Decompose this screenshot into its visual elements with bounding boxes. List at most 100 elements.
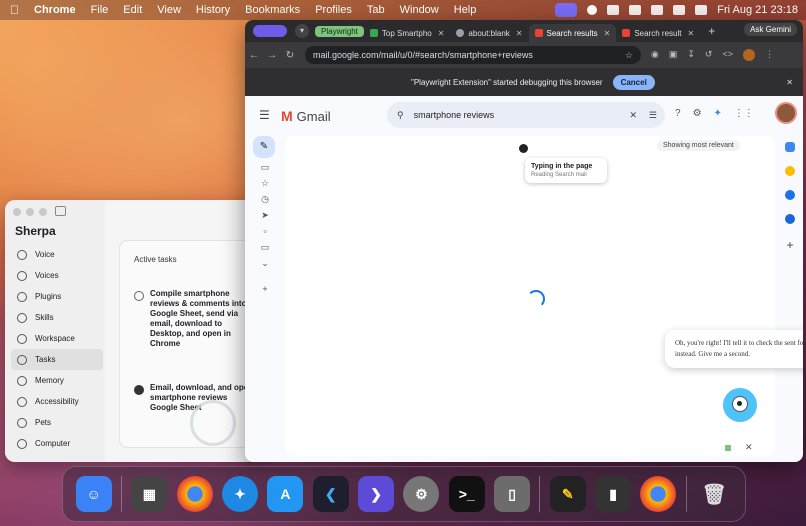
task-item[interactable]: Compile smartphone reviews & comments in…	[134, 289, 265, 349]
menu-app-name[interactable]: Chrome	[34, 4, 76, 16]
nav-pets[interactable]: Pets	[11, 412, 103, 433]
tab-search-icon[interactable]: ▾	[295, 24, 309, 38]
close-tab-icon[interactable]: ✕	[516, 29, 523, 38]
sherpa-app-icon[interactable]: ✎	[549, 476, 586, 512]
close-tab-icon[interactable]: ✕	[687, 29, 694, 38]
vscode-icon[interactable]: ❮	[312, 476, 349, 512]
apps-grid-icon[interactable]: ⋮⋮	[734, 108, 754, 119]
finder-icon[interactable]: ☺	[75, 476, 112, 512]
stop-icon[interactable]	[725, 444, 731, 451]
draft-icon[interactable]: ▫	[253, 226, 277, 238]
search-input[interactable]: smartphone reviews	[414, 110, 495, 120]
nav-computer[interactable]: Computer	[11, 433, 103, 454]
menu-window[interactable]: Window	[400, 4, 439, 16]
screen-share-icon[interactable]	[555, 3, 578, 17]
launchpad-icon[interactable]: ▦	[131, 476, 168, 512]
tab-about-blank[interactable]: about:blank ✕	[450, 24, 528, 42]
download-icon[interactable]: ↧	[687, 49, 695, 61]
menu-history[interactable]: History	[196, 4, 230, 16]
settings-gear-icon[interactable]: ⚙	[693, 108, 702, 119]
simulator-icon[interactable]: ▯	[494, 476, 531, 512]
search-icon[interactable]	[673, 5, 686, 15]
nav-accessibility[interactable]: Accessibility	[11, 391, 103, 412]
expand-more-icon[interactable]: ⌄	[253, 258, 277, 270]
minimize-window-button[interactable]	[26, 208, 34, 216]
new-tab-icon[interactable]: +	[708, 24, 715, 38]
extension-icon[interactable]: ◉	[651, 49, 659, 61]
voice-memos-icon[interactable]: ▮	[595, 476, 632, 512]
bookmark-star-icon[interactable]: ☆	[625, 50, 633, 61]
address-bar[interactable]: mail.google.com/mail/u/0/#search/smartph…	[305, 46, 641, 64]
clear-search-icon[interactable]: ✕	[629, 110, 637, 121]
menu-view[interactable]: View	[157, 4, 181, 16]
search-icon[interactable]: ⚲	[397, 110, 404, 121]
history-icon[interactable]: ↺	[705, 49, 713, 61]
zoom-window-button[interactable]	[39, 208, 47, 216]
task-checkbox[interactable]	[134, 291, 144, 301]
menu-file[interactable]: File	[91, 4, 109, 16]
puzzle-icon[interactable]: ▣	[669, 49, 678, 61]
trash-icon[interactable]: 🗑	[696, 476, 732, 512]
menu-edit[interactable]: Edit	[123, 4, 142, 16]
tab-search-results-active[interactable]: Search results ✕	[528, 24, 617, 42]
system-settings-icon[interactable]: ⚙	[403, 476, 440, 512]
nav-voices[interactable]: Voices	[11, 265, 103, 286]
nav-memory[interactable]: Memory	[11, 370, 103, 391]
profile-avatar[interactable]	[742, 49, 755, 61]
menu-help[interactable]: Help	[454, 4, 477, 16]
menu-tab[interactable]: Tab	[367, 4, 385, 16]
nav-tasks[interactable]: Tasks	[11, 349, 103, 370]
cancel-debug-button[interactable]: Cancel	[612, 74, 655, 90]
contacts-icon[interactable]	[785, 214, 795, 224]
clock[interactable]: Fri Aug 21 23:18	[717, 4, 798, 16]
nav-plugins[interactable]: Plugins	[11, 286, 103, 307]
nav-workspace[interactable]: Workspace	[11, 328, 103, 349]
ask-gemini-button[interactable]: Ask Gemini	[744, 23, 797, 36]
dismiss-icon[interactable]: ✕	[745, 442, 753, 453]
help-icon[interactable]: ?	[675, 108, 681, 119]
profile-pill[interactable]	[253, 25, 287, 37]
record-icon[interactable]	[587, 5, 598, 15]
shortcuts-icon[interactable]: ❯	[358, 476, 395, 512]
tab-group-label[interactable]: Playwright	[315, 25, 364, 37]
close-window-button[interactable]	[13, 208, 21, 216]
sort-dropdown[interactable]: Showing most relevant	[657, 140, 740, 151]
tab-top-smartphones[interactable]: Top Smartpho ✕	[364, 24, 451, 42]
clock-icon[interactable]: ◷	[253, 194, 277, 206]
search-options-icon[interactable]: ☰	[649, 110, 657, 121]
close-tab-icon[interactable]: ✕	[604, 29, 611, 38]
gmail-logo[interactable]: M Gmail	[281, 108, 331, 124]
compose-pencil-icon[interactable]: ✎	[253, 136, 275, 158]
app-store-icon[interactable]: A	[267, 476, 304, 512]
wifi-icon[interactable]	[651, 5, 664, 15]
chrome-icon[interactable]	[176, 476, 213, 512]
chrome-profile-icon[interactable]	[640, 476, 677, 512]
battery-icon[interactable]	[629, 5, 642, 15]
main-menu-icon[interactable]: ☰	[259, 108, 270, 122]
tab-search-results[interactable]: Search result ✕	[616, 24, 700, 42]
close-infobar-icon[interactable]: ✕	[786, 78, 793, 87]
get-addons-icon[interactable]: +	[786, 238, 793, 252]
star-icon[interactable]: ☆	[253, 178, 277, 190]
keep-icon[interactable]	[785, 166, 795, 176]
inbox-icon[interactable]: ▭	[253, 162, 277, 174]
sidebar-toggle-icon[interactable]	[55, 206, 66, 216]
send-icon[interactable]: ➤	[253, 210, 277, 222]
devtools-icon[interactable]: <>	[722, 49, 733, 61]
apple-menu-icon[interactable]: 	[10, 3, 24, 17]
calendar-icon[interactable]	[785, 142, 795, 152]
nav-skills[interactable]: Skills	[11, 307, 103, 328]
add-label-icon[interactable]: +	[253, 284, 277, 296]
terminal-icon[interactable]: >_	[448, 476, 485, 512]
control-center-icon[interactable]	[695, 5, 708, 15]
account-avatar[interactable]	[775, 102, 797, 124]
mail-search-box[interactable]: ⚲ smartphone reviews ✕ ☰	[387, 102, 665, 128]
menu-extra-icon[interactable]	[607, 5, 620, 15]
menu-bookmarks[interactable]: Bookmarks	[245, 4, 300, 16]
back-icon[interactable]: ←	[245, 50, 263, 61]
nav-voice[interactable]: Voice	[11, 244, 103, 265]
menu-profiles[interactable]: Profiles	[315, 4, 352, 16]
forward-icon[interactable]: →	[263, 50, 281, 61]
monster-mascot-icon[interactable]	[721, 382, 759, 426]
task-checkbox[interactable]	[134, 385, 144, 395]
